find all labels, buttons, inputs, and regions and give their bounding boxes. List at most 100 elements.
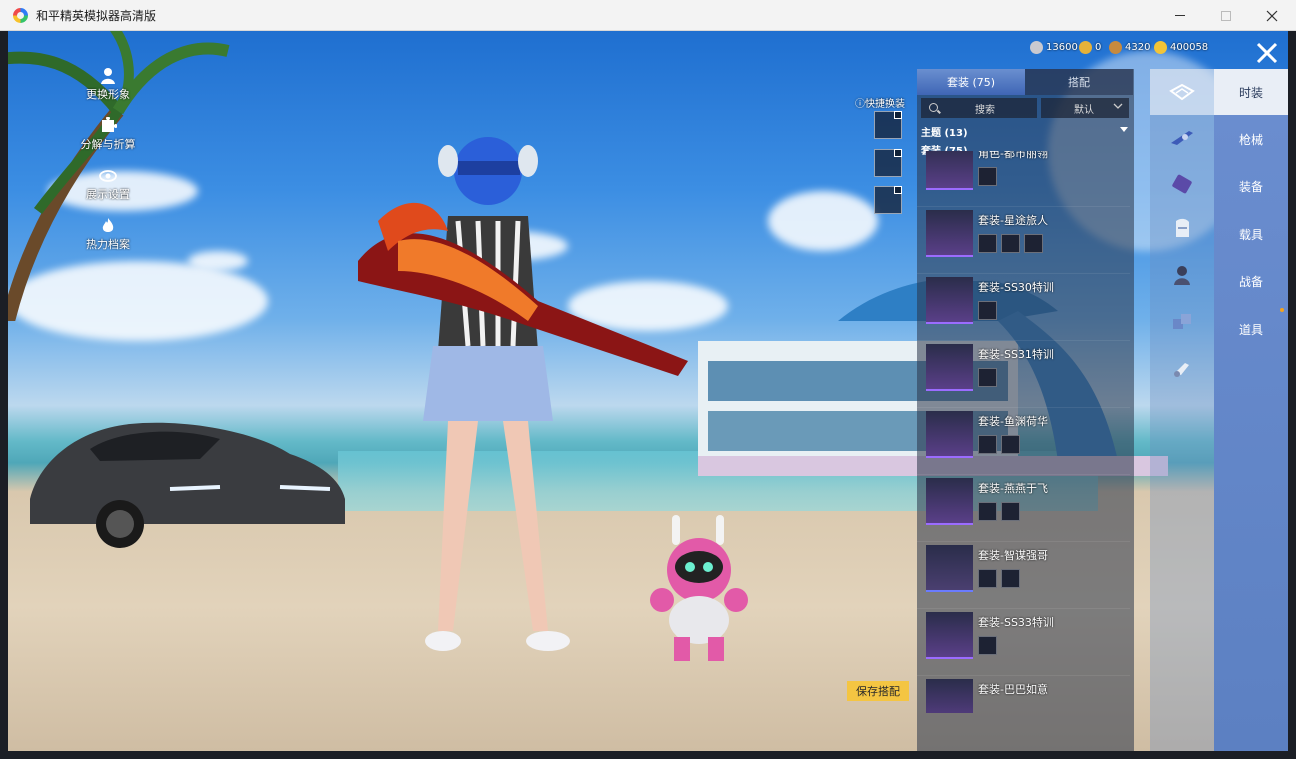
minimize-button[interactable] <box>1157 0 1203 31</box>
left-menu-label: 热力档案 <box>86 238 130 251</box>
part-icon <box>978 301 997 320</box>
part-icon <box>1001 569 1020 588</box>
wardrobe-panel: 套装 (75) 搭配 搜索 默认 主题 (13) 套装 (75) 角色-都市丽翎 <box>917 69 1134 751</box>
list-item[interactable]: 套装-SS31特训 <box>917 342 1130 408</box>
currency-value: 400058 <box>1170 42 1209 53</box>
fire-icon <box>102 218 114 232</box>
list-item[interactable]: 套装-SS33特训 <box>917 610 1130 676</box>
suit-thumbnail <box>926 478 973 525</box>
list-item[interactable]: 套装-巴巴如意 <box>917 677 1130 713</box>
tab-fashion[interactable]: 时装 <box>1214 69 1288 115</box>
suit-thumbnail <box>926 277 973 324</box>
part-icon <box>978 502 997 521</box>
currency-silver: 13600 <box>1030 41 1078 54</box>
quick-slot-badge[interactable] <box>874 149 902 177</box>
search-placeholder: 搜索 <box>975 104 995 116</box>
heat-archive-button[interactable]: 热力档案 <box>68 217 148 267</box>
maximize-button[interactable] <box>1203 0 1249 31</box>
suit-title: 套装-星途旅人 <box>978 214 1048 227</box>
suit-thumbnail <box>926 612 973 659</box>
suit-title: 套装-鱼渊荷华 <box>978 415 1048 428</box>
category-icon-column <box>1150 69 1214 751</box>
left-menu-label: 分解与折算 <box>80 138 136 151</box>
part-icon <box>978 234 997 253</box>
left-menu: 更换形象 分解与折算 展示设置 热力档案 <box>68 67 148 267</box>
currency-bronze: 4320 <box>1109 41 1150 54</box>
close-icon[interactable] <box>1253 39 1281 67</box>
gear-icon <box>1172 174 1192 194</box>
tab-battle-prep[interactable]: 战备 <box>1214 258 1288 304</box>
tab-props[interactable]: 道具 <box>1214 306 1288 352</box>
category-gear[interactable] <box>1150 161 1214 207</box>
notification-dot <box>1280 308 1284 312</box>
quick-slot-emblem[interactable] <box>874 186 902 214</box>
close-window-button[interactable] <box>1249 0 1295 31</box>
part-icon <box>1001 234 1020 253</box>
app-logo-icon <box>13 8 28 23</box>
part-icon <box>978 569 997 588</box>
category-weapon[interactable] <box>1150 115 1214 161</box>
sort-value: 默认 <box>1074 104 1094 116</box>
category-vehicle[interactable] <box>1150 207 1214 253</box>
silver-coin-icon <box>1030 41 1043 54</box>
bronze-coin-icon <box>1109 41 1122 54</box>
section-theme[interactable]: 主题 (13) <box>921 124 968 139</box>
left-menu-label: 展示设置 <box>86 188 130 201</box>
game-scene: 更换形象 分解与折算 展示设置 热力档案 13600 0 4320 400058… <box>8 31 1288 751</box>
app-window: 和平精英模拟器高清版 更换形象 分解与折算 展示设置 热力档案 13600 0 … <box>0 0 1296 759</box>
currency-value: 4320 <box>1125 42 1151 53</box>
suit-thumbnail <box>926 344 973 391</box>
vehicle-icon <box>1176 218 1189 237</box>
weapon-icon <box>1171 131 1193 145</box>
tab-match[interactable]: 搭配 <box>1025 69 1133 95</box>
search-icon <box>929 103 938 112</box>
display-settings-button[interactable]: 展示设置 <box>68 167 148 217</box>
category-battle[interactable] <box>1150 253 1214 299</box>
item-icon <box>1173 314 1191 329</box>
gold-coin-icon <box>1154 41 1167 54</box>
decompose-button[interactable]: 分解与折算 <box>68 117 148 167</box>
save-outfit-button[interactable]: 保存搭配 <box>847 681 909 701</box>
change-appearance-button[interactable]: 更换形象 <box>68 67 148 117</box>
part-icon <box>1024 234 1043 253</box>
sort-select[interactable]: 默认 <box>1041 98 1129 118</box>
quick-change-label: ⓘ快捷换装 <box>855 99 905 110</box>
part-icon <box>1001 502 1020 521</box>
list-item[interactable]: 角色-都市丽翎 <box>917 151 1130 207</box>
list-item[interactable]: 套装-智谋强哥 <box>917 543 1130 609</box>
a-coin-icon <box>1079 41 1092 54</box>
suit-thumbnail <box>926 151 973 190</box>
category-extra[interactable] <box>1150 345 1214 391</box>
category-label-column: 时装 枪械 装备 载具 战备 道具 <box>1214 69 1288 751</box>
category-wardrobe[interactable] <box>1150 69 1214 115</box>
suit-title: 套装-燕燕于飞 <box>978 482 1048 495</box>
tab-suits[interactable]: 套装 (75) <box>917 69 1025 95</box>
suit-thumbnail <box>926 411 973 458</box>
suit-title: 套装-SS31特训 <box>978 348 1054 361</box>
tab-equipment[interactable]: 装备 <box>1214 163 1288 209</box>
list-item[interactable]: 套装-SS30特训 <box>917 275 1130 341</box>
suit-title: 套装-智谋强哥 <box>978 549 1048 562</box>
suit-thumbnail <box>926 679 973 713</box>
chevron-down-icon[interactable] <box>1120 127 1128 132</box>
tab-firearms[interactable]: 枪械 <box>1214 116 1288 162</box>
sports-car <box>30 422 345 548</box>
category-item[interactable] <box>1150 299 1214 345</box>
list-item[interactable]: 套装-星途旅人 <box>917 208 1130 274</box>
left-menu-label: 更换形象 <box>86 88 130 101</box>
search-input[interactable]: 搜索 <box>921 98 1037 118</box>
currency-value: 13600 <box>1046 42 1078 53</box>
eye-icon <box>99 170 117 182</box>
currency-gold: 400058 <box>1154 41 1208 54</box>
suit-list: 角色-都市丽翎 套装-星途旅人 套装-SS30特训 套装-SS31特训 套装-鱼… <box>917 151 1134 713</box>
suit-title: 套装-巴巴如意 <box>978 683 1048 696</box>
suit-thumbnail <box>926 210 973 257</box>
list-item[interactable]: 套装-鱼渊荷华 <box>917 409 1130 475</box>
list-item[interactable]: 套装-燕燕于飞 <box>917 476 1130 542</box>
suit-title: 套装-SS33特训 <box>978 616 1054 629</box>
wardrobe-icon <box>1169 83 1195 101</box>
title-bar: 和平精英模拟器高清版 <box>0 0 1296 31</box>
tab-vehicles[interactable]: 载具 <box>1214 211 1288 257</box>
suit-thumbnail <box>926 545 973 592</box>
quick-slot-outfit[interactable] <box>874 111 902 139</box>
